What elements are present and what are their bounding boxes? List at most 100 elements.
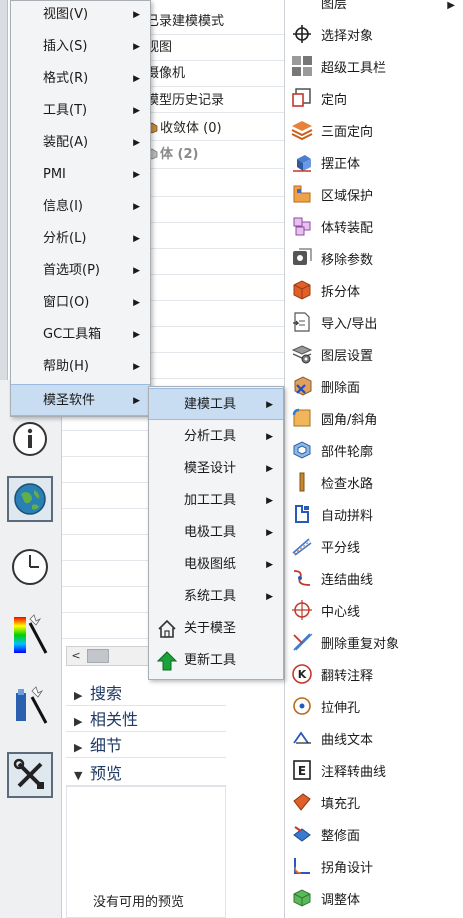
menu-item-super-toolbar[interactable]: 超级工具栏 xyxy=(285,50,463,82)
menu-item-gc-toolbox[interactable]: GC工具箱 ▶ xyxy=(11,319,150,351)
menu-item-label: 关于模圣 xyxy=(184,621,237,636)
section-details[interactable]: ▶ 细节 xyxy=(66,734,226,758)
submenu-arrow-icon: ▶ xyxy=(266,528,273,538)
tree-row-views[interactable]: 视图 xyxy=(146,35,286,61)
menu-item-information[interactable]: 信息(I) ▶ xyxy=(11,191,150,223)
menu-item-label: 插入(S) xyxy=(43,39,88,54)
menu-item-annotation-to-curve[interactable]: E 注释转曲线 xyxy=(285,754,463,786)
menu-item-check-waterline[interactable]: 检查水路 xyxy=(285,466,463,498)
color-palette-icon[interactable] xyxy=(7,612,53,658)
menu-item-electrode-drawings[interactable]: 电极图纸 ▶ xyxy=(149,549,283,581)
menu-item-adjust-body[interactable]: 调整体 xyxy=(285,882,463,914)
submenu-arrow-icon: ▶ xyxy=(133,106,140,116)
menu-item-bisector[interactable]: 平分线 xyxy=(285,530,463,562)
menu-item-label: 分析工具 xyxy=(184,429,237,444)
menu-item-label: 删除面 xyxy=(321,380,361,396)
section-preview[interactable]: ▼ 预览 xyxy=(66,762,226,786)
menu-item-label: 中心线 xyxy=(321,604,361,620)
tree-row-camera[interactable]: 摄像机 xyxy=(146,61,286,87)
menu-item-mosheng-design[interactable]: 模圣设计 ▶ xyxy=(149,453,283,485)
menu-item-label: 格式(R) xyxy=(43,71,89,86)
menu-item-delete-duplicates[interactable]: 删除重复对象 xyxy=(285,626,463,658)
menu-item-delete-face[interactable]: 删除面 xyxy=(285,370,463,402)
submenu-arrow-icon: ▶ xyxy=(133,396,140,406)
menu-item-label: 曲线文本 xyxy=(321,732,374,748)
menu-item-modeling-tools[interactable]: 建模工具 ▶ xyxy=(149,388,283,420)
menu-item-select-object[interactable]: 选择对象 xyxy=(285,18,463,50)
menu-item-centerline[interactable]: 中心线 xyxy=(285,594,463,626)
toolbar-grid-icon xyxy=(290,54,314,78)
menu-item-about-mosheng[interactable]: 关于模圣 xyxy=(149,613,283,645)
expand-right-icon: ▶ xyxy=(74,741,83,754)
menu-item-align-body[interactable]: 摆正体 xyxy=(285,146,463,178)
submenu-arrow-icon: ▶ xyxy=(266,560,273,570)
svg-text:K: K xyxy=(298,668,307,681)
clock-icon[interactable] xyxy=(7,544,53,590)
menu-item-update-tools[interactable]: 更新工具 xyxy=(149,645,283,677)
menu-item-assembly[interactable]: 装配(A) ▶ xyxy=(11,127,150,159)
adjust-body-icon xyxy=(290,886,314,910)
submenu-arrow-icon: ▶ xyxy=(266,432,273,442)
menu-item-tools[interactable]: 工具(T) ▶ xyxy=(11,95,150,127)
menu-item-label: 拉伸孔 xyxy=(321,700,361,716)
section-dependencies[interactable]: ▶ 相关性 xyxy=(66,708,226,732)
menu-item-part-outline[interactable]: 部件轮廓 xyxy=(285,434,463,466)
tree-row-converged-bodies[interactable]: 收敛体 (0) xyxy=(160,116,300,142)
menu-item-electrode-tools[interactable]: 电极工具 ▶ xyxy=(149,517,283,549)
part-outline-icon xyxy=(290,438,314,462)
menu-item-join-curve[interactable]: 连结曲线 xyxy=(285,562,463,594)
menu-item-window[interactable]: 窗口(O) ▶ xyxy=(11,287,150,319)
auto-nest-icon xyxy=(290,502,314,526)
menu-item-label: PMI xyxy=(43,167,66,182)
menu-item-extrude-hole[interactable]: 拉伸孔 xyxy=(285,690,463,722)
menu-item-region-protect[interactable]: 区域保护 xyxy=(285,178,463,210)
menu-item-remove-params[interactable]: 移除参数 xyxy=(285,242,463,274)
section-search[interactable]: ▶ 搜索 xyxy=(66,682,226,706)
menu-item-mosheng-software[interactable]: 模圣软件 ▶ xyxy=(11,384,150,416)
menu-item-insert[interactable]: 插入(S) ▶ xyxy=(11,31,150,63)
menu-item-corner-design[interactable]: 拐角设计 xyxy=(285,850,463,882)
info-icon[interactable] xyxy=(7,416,53,462)
menu-item-pmi[interactable]: PMI ▶ xyxy=(11,159,150,191)
menu-item-orient[interactable]: 定向 xyxy=(285,82,463,114)
menu-item-auto-nest[interactable]: 自动拼料 xyxy=(285,498,463,530)
menu-item-curve-text[interactable]: 曲线文本 xyxy=(285,722,463,754)
menu-item-flip-annotation[interactable]: K 翻转注释 xyxy=(285,658,463,690)
expand-right-icon: ▶ xyxy=(74,715,83,728)
menu-item-help[interactable]: 帮助(H) ▶ xyxy=(11,351,150,383)
menu-item-repair-face[interactable]: 整修面 xyxy=(285,818,463,850)
globe-icon[interactable] xyxy=(7,476,53,522)
tool-brush-icon[interactable] xyxy=(7,682,53,728)
menu-item-label: 翻转注释 xyxy=(321,668,374,684)
menu-item-system-tools[interactable]: 系统工具 ▶ xyxy=(149,581,283,613)
tree-row-history[interactable]: 模型历史记录 xyxy=(146,88,286,114)
menu-item-three-side-orient[interactable]: 三面定向 xyxy=(285,114,463,146)
scroll-thumb[interactable] xyxy=(87,649,109,663)
menu-item-preferences[interactable]: 首选项(P) ▶ xyxy=(11,255,150,287)
menu-item-import-export[interactable]: 导入/导出 xyxy=(285,306,463,338)
menu-item-label: 超级工具栏 xyxy=(321,60,387,76)
menu-item-machining-tools[interactable]: 加工工具 ▶ xyxy=(149,485,283,517)
menu-item-layer-settings[interactable]: 图层设置 xyxy=(285,338,463,370)
menu-item-view[interactable]: 视图(V) ▶ xyxy=(11,0,150,31)
submenu-arrow-icon: ▶ xyxy=(133,74,140,84)
tree-row-model-mode[interactable]: 已录建模模式 xyxy=(146,9,286,35)
menu-item-analysis-tools[interactable]: 分析工具 ▶ xyxy=(149,421,283,453)
menu-item-layers[interactable]: 图层 xyxy=(285,0,463,18)
menu-item-label: 导入/导出 xyxy=(321,316,378,332)
tools-wrench-icon[interactable] xyxy=(7,752,53,798)
menu-item-format[interactable]: 格式(R) ▶ xyxy=(11,63,150,95)
menu-item-fill-hole[interactable]: 填充孔 xyxy=(285,786,463,818)
menu-item-label: 信息(I) xyxy=(43,199,83,214)
menu-item-body-to-assembly[interactable]: 体转装配 xyxy=(285,210,463,242)
orient-box-icon xyxy=(290,86,314,110)
collapse-down-icon: ▼ xyxy=(74,769,83,782)
tree-row-bodies[interactable]: 体 (2) xyxy=(160,142,300,168)
menu-item-label: 电极工具 xyxy=(184,525,237,540)
menu-item-split-body[interactable]: 拆分体 xyxy=(285,274,463,306)
menu-item-fillet-chamfer[interactable]: 圆角/斜角 xyxy=(285,402,463,434)
resource-bar xyxy=(0,380,62,918)
menu-item-analysis[interactable]: 分析(L) ▶ xyxy=(11,223,150,255)
extrude-hole-icon xyxy=(290,694,314,718)
scroll-left-button[interactable]: < xyxy=(69,648,83,664)
